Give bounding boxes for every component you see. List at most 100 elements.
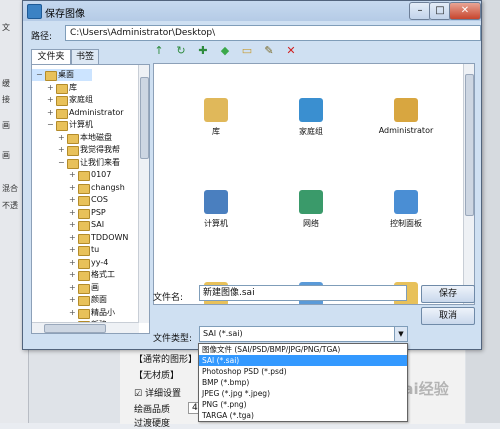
file-item[interactable]: 网络 bbox=[271, 186, 351, 256]
expand-icon[interactable]: + bbox=[69, 169, 76, 181]
background-side-label: 画 bbox=[2, 121, 10, 130]
filetype-option[interactable]: JPEG (*.jpg *.jpeg) bbox=[199, 388, 407, 399]
up-folder-icon[interactable]: ↑ bbox=[153, 45, 165, 57]
bookmark-icon[interactable]: ✚ bbox=[197, 45, 209, 57]
title-bar[interactable]: 保存图像 – □ ✕ bbox=[23, 1, 481, 21]
drive-icon bbox=[67, 146, 79, 156]
file-list: 库 家庭组 Administrator 计算机 网络 控制面板 bbox=[153, 63, 475, 305]
filetype-select[interactable]: SAI (*.sai) ▼ bbox=[199, 326, 408, 342]
path-input[interactable]: C:\Users\Administrator\Desktop\ bbox=[65, 25, 481, 41]
minimize-button[interactable]: – bbox=[409, 2, 431, 20]
new-folder-icon[interactable]: ▭ bbox=[241, 45, 253, 57]
tree-item-label: 家庭组 bbox=[69, 95, 93, 104]
tree-item-label: yy-4 bbox=[91, 257, 109, 267]
file-toolbar: ↑ ↻ ✚ ◆ ▭ ✎ ✕ bbox=[153, 43, 303, 59]
expand-icon[interactable]: + bbox=[47, 107, 54, 119]
filetype-option[interactable]: SAI (*.sai) bbox=[199, 355, 407, 366]
folder-icon bbox=[78, 171, 90, 181]
maximize-button[interactable]: □ bbox=[429, 2, 451, 20]
file-item[interactable]: Administrator bbox=[366, 94, 446, 164]
tree-item-label: 本地磁盘 bbox=[80, 132, 112, 142]
tree-item-label: 颜面 bbox=[91, 295, 107, 304]
cancel-button[interactable]: 取消 bbox=[421, 307, 475, 325]
tree-item-label: COS bbox=[91, 195, 108, 204]
library-icon bbox=[56, 83, 68, 94]
expand-icon[interactable]: + bbox=[69, 207, 76, 219]
tree-item-label: 桌面 bbox=[58, 70, 74, 79]
expand-icon[interactable]: + bbox=[69, 182, 76, 194]
tab-folders[interactable]: 文件夹 bbox=[31, 49, 71, 64]
file-item[interactable]: 控制面板 bbox=[366, 186, 446, 256]
file-item[interactable]: 库 bbox=[176, 94, 256, 164]
detail-settings-label: 详细设置 bbox=[144, 389, 181, 399]
tree-vertical-scrollbar[interactable] bbox=[138, 65, 149, 323]
filetype-option[interactable]: TARGA (*.tga) bbox=[199, 410, 407, 421]
save-button[interactable]: 保存 bbox=[421, 285, 475, 303]
file-item[interactable]: 计算机 bbox=[176, 186, 256, 256]
collapse-icon[interactable]: − bbox=[47, 119, 54, 131]
folder-icon bbox=[78, 233, 90, 244]
file-item-label: 计算机 bbox=[204, 219, 228, 228]
tab-bookmarks[interactable]: 书签 bbox=[71, 49, 99, 64]
expand-icon[interactable]: + bbox=[58, 132, 65, 144]
folder-icon bbox=[78, 208, 90, 219]
folder-icon bbox=[78, 258, 90, 269]
filetype-option[interactable]: PNG (*.png) bbox=[199, 399, 407, 410]
expand-icon[interactable]: + bbox=[69, 194, 76, 206]
tree-item-label: TDDOWN bbox=[91, 232, 129, 242]
close-button[interactable]: ✕ bbox=[449, 2, 481, 20]
tree-item-label: 让我们来看 bbox=[80, 157, 120, 167]
filetype-dropdown-list: 图像文件 (SAI/PSD/BMP/JPG/PNG/TGA) SAI (*.sai… bbox=[198, 343, 408, 422]
file-list-scrollbar[interactable] bbox=[463, 64, 474, 304]
filetype-option[interactable]: BMP (*.bmp) bbox=[199, 377, 407, 388]
expand-icon[interactable]: + bbox=[69, 257, 76, 269]
tree-hscroll-thumb[interactable] bbox=[44, 324, 106, 333]
rename-icon[interactable]: ✎ bbox=[263, 45, 275, 57]
collapse-icon[interactable]: − bbox=[58, 157, 65, 169]
file-item[interactable]: 家庭组 bbox=[271, 94, 351, 164]
refresh-icon[interactable]: ↻ bbox=[175, 45, 187, 57]
app-icon bbox=[27, 4, 42, 19]
expand-icon[interactable]: + bbox=[58, 144, 65, 156]
tree-horizontal-scrollbar[interactable] bbox=[32, 322, 139, 333]
folder-icon bbox=[78, 283, 90, 294]
expand-icon[interactable]: + bbox=[69, 219, 76, 231]
expand-icon[interactable]: + bbox=[69, 294, 76, 306]
folder-icon bbox=[78, 296, 90, 306]
tree-item-label: SAI bbox=[91, 220, 105, 229]
tree-item-label: 格式工 bbox=[91, 270, 115, 279]
folder-icon bbox=[78, 196, 90, 206]
filename-input[interactable]: 新建图像.sai bbox=[199, 285, 407, 301]
folder-icon bbox=[78, 221, 90, 231]
file-item-label: 网络 bbox=[303, 219, 319, 228]
filetype-option[interactable]: Photoshop PSD (*.psd) bbox=[199, 366, 407, 377]
background-side-label: 接 bbox=[2, 95, 10, 104]
tag-icon[interactable]: ◆ bbox=[219, 45, 231, 57]
save-image-dialog: 保存图像 – □ ✕ 路径: C:\Users\Administrator\De… bbox=[22, 0, 482, 350]
shape-label[interactable]: 【通常的图形】 bbox=[134, 352, 197, 365]
delete-icon[interactable]: ✕ bbox=[285, 45, 297, 57]
background-menu-item[interactable]: 文 bbox=[2, 22, 10, 33]
expand-icon[interactable]: + bbox=[69, 269, 76, 281]
filetype-option[interactable]: 图像文件 (SAI/PSD/BMP/JPG/PNG/TGA) bbox=[199, 344, 407, 355]
collapse-icon[interactable]: − bbox=[36, 69, 43, 81]
expand-icon[interactable]: + bbox=[69, 244, 76, 256]
texture-label[interactable]: 【无材质】 bbox=[134, 368, 179, 381]
filename-label: 文件名: bbox=[153, 293, 184, 303]
expand-icon[interactable]: + bbox=[47, 94, 54, 106]
detail-settings-checkbox[interactable]: ☑ 详细设置 bbox=[134, 386, 181, 399]
user-folder-icon bbox=[56, 108, 68, 119]
control-panel-icon bbox=[394, 190, 418, 214]
expand-icon[interactable]: + bbox=[47, 82, 54, 94]
chevron-down-icon[interactable]: ▼ bbox=[394, 327, 407, 341]
folder-icon bbox=[78, 246, 90, 256]
filetype-label: 文件类型: bbox=[153, 334, 193, 344]
expand-icon[interactable]: + bbox=[69, 232, 76, 244]
dialog-title: 保存图像 bbox=[45, 9, 85, 20]
file-list-scroll-thumb[interactable] bbox=[465, 74, 474, 216]
expand-icon[interactable]: + bbox=[69, 282, 76, 294]
tree-scroll-thumb[interactable] bbox=[140, 77, 149, 159]
folder-icon bbox=[78, 183, 90, 194]
expand-icon[interactable]: + bbox=[69, 307, 76, 319]
tree-item[interactable]: − 桌面 bbox=[32, 69, 92, 81]
